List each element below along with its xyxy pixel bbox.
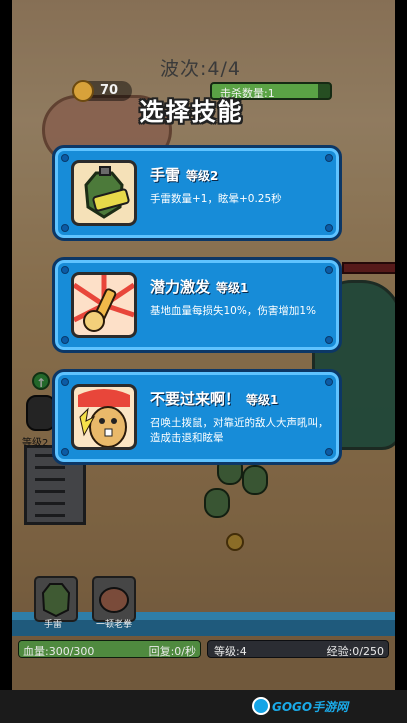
regen-text: 回复:0/秒	[148, 645, 196, 658]
grenade-slot-icon	[41, 583, 71, 618]
rivet	[61, 224, 69, 232]
watermark-logo-icon	[252, 697, 270, 715]
slot-label: 手雷	[44, 620, 63, 630]
skill-level: 等级2	[186, 169, 219, 183]
potential-icon	[71, 272, 137, 338]
fist-slot-icon	[99, 587, 129, 613]
player-level-text: 等级:4	[214, 645, 247, 658]
gopher-icon	[71, 384, 137, 450]
slot-label: 一顿老拳	[96, 620, 133, 630]
experience-bar: 等级:4 经验:0/250	[207, 640, 389, 658]
rivet	[61, 154, 69, 162]
skill-slot-grenade[interactable]	[34, 576, 78, 622]
base-hp-text: 血量:300/300	[23, 645, 95, 658]
choose-skill-title: 选择技能	[139, 98, 244, 126]
skill-level: 等级1	[216, 281, 249, 295]
base-hp-bar: 血量:300/300 回复:0/秒	[18, 640, 201, 658]
watermark-text: GOGO手游网	[272, 700, 349, 714]
skill-description: 召唤土拨鼠，对靠近的敌人大声吼叫，造成击退和眩晕	[150, 417, 329, 444]
rivet	[61, 378, 69, 386]
skill-level: 等级1	[246, 393, 279, 407]
skill-name: 不要过来啊！	[150, 390, 241, 408]
wave-counter: 波次:4/4	[160, 58, 241, 80]
grenade-icon	[71, 160, 137, 226]
experience-text: 经验:0/250	[326, 645, 384, 658]
skill-description: 手雷数量+1，眩晕+0.25秒	[150, 193, 282, 205]
rivet	[325, 266, 333, 274]
skill-description: 基地血量每损失10%，伤害增加1%	[150, 305, 316, 317]
rivet	[61, 448, 69, 456]
rivet	[325, 448, 333, 456]
rivet	[61, 336, 69, 344]
rivet	[325, 378, 333, 386]
rivet	[325, 336, 333, 344]
skill-card-potential[interactable]: 潜力激发 等级1 基地血量每损失10%，伤害增加1%	[52, 257, 342, 353]
skill-card-gopher[interactable]: 不要过来啊！ 等级1 召唤土拨鼠，对靠近的敌人大声吼叫，造成击退和眩晕	[52, 369, 342, 465]
skill-name: 手雷	[150, 166, 181, 184]
rivet	[325, 224, 333, 232]
skill-card-grenade[interactable]: 手雷 等级2 手雷数量+1，眩晕+0.25秒	[52, 145, 342, 241]
rivet	[61, 266, 69, 274]
skill-slot-fist[interactable]	[92, 576, 136, 622]
skill-name: 潜力激发	[150, 278, 211, 296]
rivet	[325, 154, 333, 162]
